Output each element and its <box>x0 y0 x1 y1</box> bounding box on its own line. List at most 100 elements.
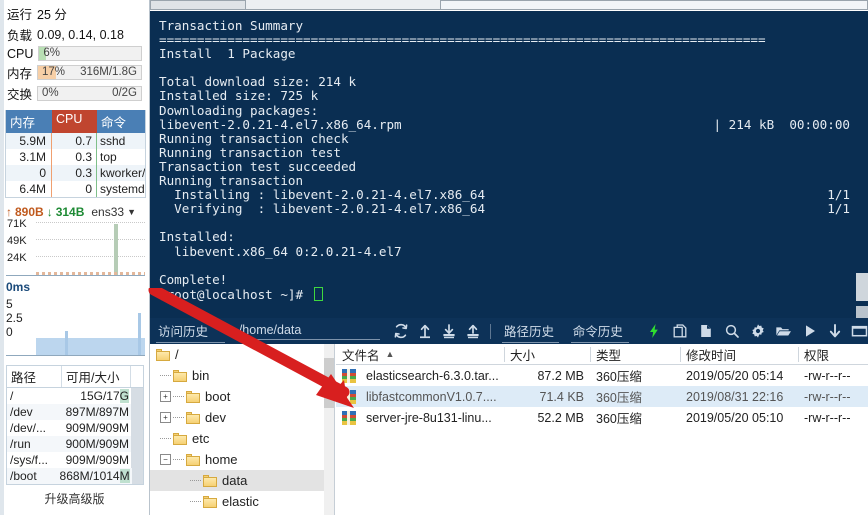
file-size-cell: 87.2 MB <box>537 368 584 383</box>
tree-node-etc[interactable]: etc <box>150 428 334 449</box>
tree-node-label: elastic <box>222 494 259 509</box>
process-header-cpu[interactable]: CPU <box>52 110 97 133</box>
chevron-down-icon[interactable]: ▼ <box>127 207 136 217</box>
process-row[interactable]: 5.9M 0.7 sshd <box>6 133 145 149</box>
tree-node-home[interactable]: − home <box>150 449 334 470</box>
disk-row[interactable]: /run 900M/909M <box>7 436 143 452</box>
folder-open-icon[interactable] <box>775 323 792 340</box>
file-mtime-cell: 2019/08/31 22:16 <box>686 389 784 404</box>
tree-expand-icon[interactable]: + <box>160 412 171 423</box>
disk-path: /dev/... <box>10 421 47 435</box>
disk-row[interactable]: / 15G/17G <box>7 388 143 404</box>
tree-connector <box>173 395 184 398</box>
folder-icon <box>203 474 217 487</box>
tree-node-data[interactable]: data <box>150 470 334 491</box>
file-mtime-cell: 2019/05/20 05:14 <box>686 368 784 383</box>
disk-size: 15G/17G <box>80 389 129 403</box>
upload-file-icon[interactable] <box>464 323 481 340</box>
file-row[interactable]: elasticsearch-6.3.0.tar... 87.2 MB 360压缩 20… <box>336 365 868 386</box>
terminal-line: Total download size: 214 k <box>159 74 357 90</box>
column-header-filename[interactable]: 文件名 ▲ <box>336 345 504 364</box>
tree-node-label: / <box>175 347 179 362</box>
download-arrow-icon[interactable] <box>826 323 843 340</box>
path-input[interactable]: /home/data <box>236 322 381 340</box>
process-header-memory[interactable]: 内存 <box>6 110 52 133</box>
tree-node-elastic[interactable]: elastic <box>150 491 334 512</box>
folder-icon <box>156 348 170 361</box>
folder-icon <box>173 432 187 445</box>
column-header-permissions[interactable]: 权限 <box>798 345 868 364</box>
search-icon[interactable] <box>723 323 740 340</box>
tree-node-boot[interactable]: + boot <box>150 386 334 407</box>
gear-icon[interactable] <box>749 323 766 340</box>
network-interface-label[interactable]: ens33 <box>91 205 124 219</box>
disk-row[interactable]: /dev/... 909M/909M <box>7 420 143 436</box>
terminal-scrollbar-thumb[interactable] <box>856 273 868 301</box>
disk-path: / <box>10 389 14 403</box>
tree-node-label: data <box>222 473 248 488</box>
disk-header-size[interactable]: 可用/大小 <box>62 366 131 387</box>
process-memory: 0 <box>6 165 52 181</box>
file-name-cell: elasticsearch-6.3.0.tar... <box>336 368 504 383</box>
process-row[interactable]: 6.4M 0 systemd <box>6 181 145 197</box>
column-header-size[interactable]: 大小 <box>504 345 590 364</box>
play-icon[interactable] <box>801 323 818 340</box>
terminal-cursor <box>313 286 323 301</box>
lightning-icon[interactable] <box>645 323 662 340</box>
latency-area-fill <box>36 338 145 355</box>
disk-header-path[interactable]: 路径 <box>7 366 62 387</box>
tab-session-2[interactable] <box>440 0 868 9</box>
memory-row: 内存 17% 316M/1.8G <box>7 62 149 83</box>
refresh-icon[interactable] <box>392 323 409 340</box>
column-header-mtime[interactable]: 修改时间 <box>680 345 798 364</box>
file-row[interactable]: libfastcommonV1.0.7.... 71.4 KB 360压缩 2019/… <box>336 386 868 407</box>
directory-tree[interactable]: / bin + boot + dev etc − home data elastic <box>150 344 335 515</box>
loadavg-row: 负载 0.09, 0.14, 0.18 <box>7 24 149 45</box>
tree-node-dev[interactable]: + dev <box>150 407 334 428</box>
file-list[interactable]: 文件名 ▲ 大小 类型 修改时间 权限 elasticsearch-6.3.0.… <box>336 344 868 515</box>
process-header-command[interactable]: 命令 <box>97 110 145 133</box>
net-y-label-2: 24K <box>7 252 29 264</box>
app-root: 运行 25 分 负载 0.09, 0.14, 0.18 CPU 6% 内存 17… <box>0 0 868 515</box>
tree-scrollbar-thumb[interactable] <box>324 358 334 408</box>
tree-expand-icon[interactable]: + <box>160 391 171 402</box>
process-row[interactable]: 3.1M 0.3 top <box>6 149 145 165</box>
tree-scrollbar[interactable] <box>324 344 334 515</box>
tree-connector <box>173 458 184 461</box>
visit-history-field[interactable]: 访问历史 <box>156 320 225 343</box>
file-permissions-cell: -rw-r--r-- <box>804 368 851 383</box>
file-size-cell: 71.4 KB <box>539 389 584 404</box>
terminal-line: Install 1 Package <box>159 46 296 62</box>
process-command: top <box>100 150 117 164</box>
terminal-output[interactable]: Transaction Summary =====================… <box>150 11 868 318</box>
window-icon[interactable] <box>851 323 868 340</box>
path-history-field[interactable]: 路径历史 <box>501 320 559 343</box>
copy-icon[interactable] <box>671 323 688 340</box>
tab-session-1[interactable] <box>150 0 246 9</box>
tree-connector <box>190 500 201 503</box>
paste-icon[interactable] <box>697 323 714 340</box>
memory-label: 内存 <box>7 67 33 81</box>
tree-node-bin[interactable]: bin <box>150 365 334 386</box>
disk-row[interactable]: /boot 868M/1014M <box>7 468 143 484</box>
tree-connector <box>160 374 171 377</box>
tree-collapse-icon[interactable]: − <box>160 454 171 465</box>
upload-icon[interactable] <box>416 323 433 340</box>
file-name-cell: libfastcommonV1.0.7.... <box>336 389 504 404</box>
command-history-field[interactable]: 命令历史 <box>570 320 629 343</box>
tree-node-root[interactable]: / <box>150 344 334 365</box>
upload-arrow-icon: ↑ <box>6 205 12 219</box>
column-header-filename-label: 文件名 <box>342 348 380 363</box>
upgrade-pro-link[interactable]: 升级高级版 <box>0 490 149 507</box>
download-file-icon[interactable] <box>440 323 457 340</box>
disk-scroll-pad <box>131 468 143 484</box>
cpu-label: CPU <box>7 46 34 61</box>
column-header-type[interactable]: 类型 <box>590 345 680 364</box>
process-row[interactable]: 00.3kworker/0 <box>6 165 145 181</box>
disk-row[interactable]: /dev 897M/897M <box>7 404 143 420</box>
terminal-line: Transaction test succeeded <box>159 158 357 174</box>
terminal-scroll-down-arrow[interactable] <box>856 306 868 318</box>
disk-row[interactable]: /sys/f... 909M/909M <box>7 452 143 468</box>
file-row[interactable]: server-jre-8u131-linu... 52.2 MB 360压缩 2019… <box>336 407 868 428</box>
terminal-scrollbar[interactable] <box>856 11 868 318</box>
